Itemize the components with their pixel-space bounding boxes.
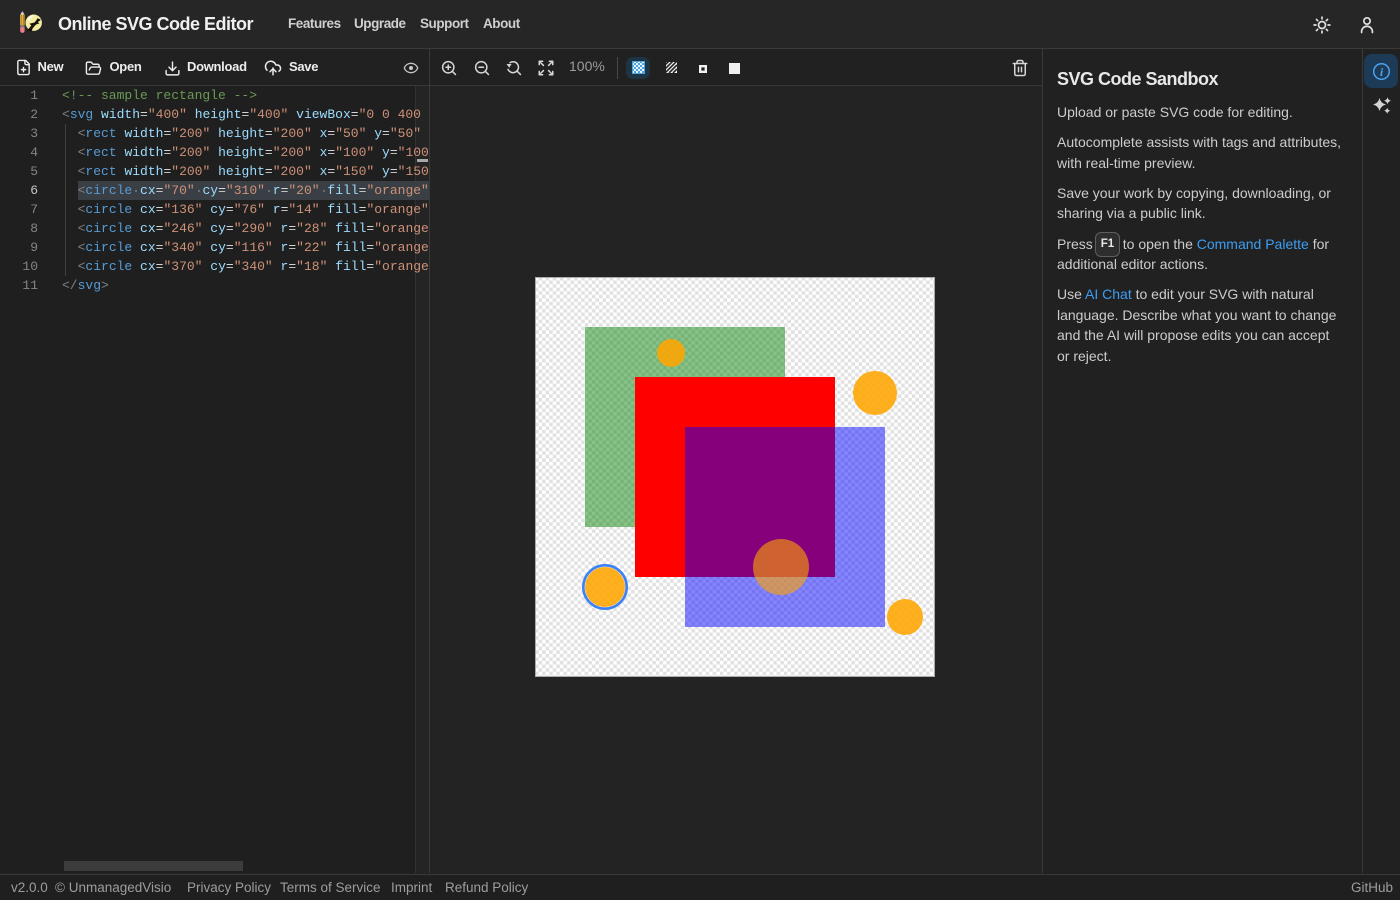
svg-text:i: i (1380, 65, 1384, 79)
